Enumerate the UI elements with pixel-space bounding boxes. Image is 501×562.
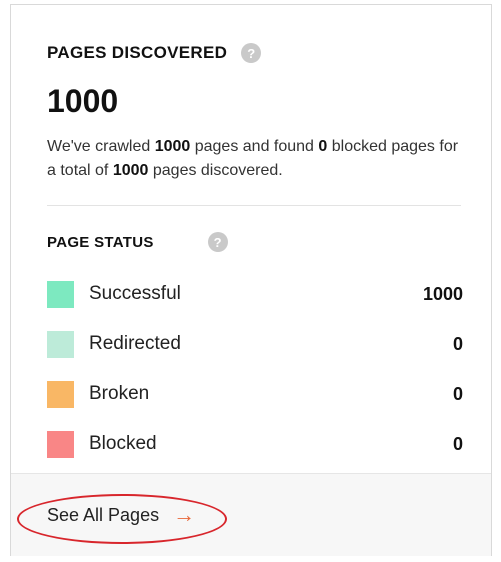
- status-count: 0: [452, 433, 463, 454]
- summary-total-count: 1000: [112, 162, 149, 179]
- see-all-pages-link[interactable]: See All Pages →: [47, 504, 195, 526]
- page-status-list: Successful 1000 Redirected 0 Broken 0 Bl…: [47, 269, 463, 469]
- status-label: Broken: [89, 383, 150, 404]
- summary-crawled-count: 1000: [154, 138, 191, 155]
- status-row-blocked: Blocked 0: [47, 419, 463, 469]
- status-count: 1000: [422, 283, 463, 304]
- pages-discovered-card: PAGES DISCOVERED ? 1000 We've crawled 10…: [10, 4, 492, 556]
- blocked-swatch: [47, 430, 74, 458]
- see-all-pages-label: See All Pages: [47, 504, 160, 525]
- status-count: 0: [452, 333, 463, 354]
- page-status-header: PAGE STATUS ?: [47, 232, 228, 252]
- total-pages-count: 1000: [47, 83, 119, 119]
- status-label: Successful: [89, 283, 181, 304]
- arrow-right-icon: →: [173, 502, 196, 527]
- status-label: Redirected: [89, 333, 181, 354]
- status-label: Blocked: [89, 433, 157, 454]
- pages-discovered-header: PAGES DISCOVERED ?: [47, 43, 262, 63]
- status-count: 0: [452, 383, 463, 404]
- summary-text: pages and found: [190, 138, 319, 155]
- status-row-successful: Successful 1000: [47, 269, 463, 319]
- card-footer: See All Pages →: [11, 473, 491, 556]
- status-row-broken: Broken 0: [47, 369, 463, 419]
- successful-swatch: [47, 280, 74, 308]
- help-icon[interactable]: ?: [241, 43, 262, 63]
- page-status-title: PAGE STATUS: [47, 233, 154, 251]
- pages-discovered-title: PAGES DISCOVERED: [47, 43, 228, 62]
- summary-blocked-count: 0: [318, 138, 328, 155]
- broken-swatch: [47, 380, 74, 408]
- section-divider: [47, 205, 461, 206]
- help-icon[interactable]: ?: [207, 232, 228, 252]
- status-row-redirected: Redirected 0: [47, 319, 463, 369]
- summary-text: We've crawled: [47, 138, 155, 155]
- summary-text: pages discovered.: [148, 162, 283, 179]
- crawl-summary: We've crawled 1000 pages and found 0 blo…: [47, 135, 467, 183]
- redirected-swatch: [47, 330, 74, 358]
